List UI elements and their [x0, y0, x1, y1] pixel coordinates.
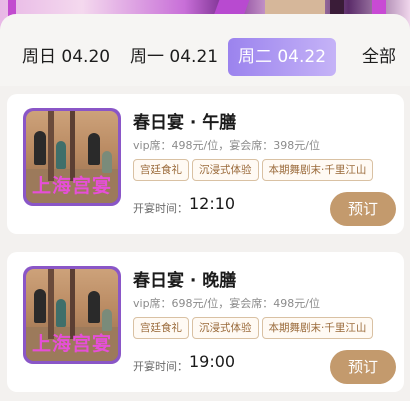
- start-time-label: 开宴时间：: [133, 360, 188, 373]
- event-price: vip席：498元/位，宴会席：398元/位: [133, 139, 320, 152]
- date-tabs-bar: 周日 04.20 周一 04.21 周二 04.22 全部: [0, 14, 410, 86]
- tab-all[interactable]: 全部: [362, 38, 396, 76]
- tag-dance-drama: 本期舞剧末·千里江山: [261, 317, 374, 339]
- event-card-lunch[interactable]: 上海宫宴 春日宴 · 午膳 vip席：498元/位，宴会席：398元/位 宫廷食…: [7, 94, 404, 234]
- tag-dance-drama: 本期舞剧末·千里江山: [261, 159, 374, 181]
- tab-tuesday-0422-active[interactable]: 周二 04.22: [228, 38, 336, 76]
- event-tags: 宫廷食礼 沉浸式体验 本期舞剧末·千里江山: [133, 316, 376, 339]
- start-time-value: 19:00: [189, 352, 236, 371]
- start-time-label: 开宴时间：: [133, 202, 188, 215]
- tab-sunday-0420[interactable]: 周日 04.20: [22, 38, 110, 76]
- event-card-dinner[interactable]: 上海宫宴 春日宴 · 晚膳 vip席：698元/位，宴会席：498元/位 宫廷食…: [7, 252, 404, 392]
- event-price: vip席：698元/位，宴会席：498元/位: [133, 297, 320, 310]
- book-button[interactable]: 预订: [330, 350, 396, 384]
- event-title: 春日宴 · 晚膳: [133, 271, 237, 291]
- tag-immersive: 沉浸式体验: [192, 317, 259, 339]
- start-time-value: 12:10: [189, 194, 236, 213]
- event-thumbnail: 上海宫宴: [23, 108, 121, 206]
- event-thumbnail: 上海宫宴: [23, 266, 121, 364]
- tag-court-etiquette: 宫廷食礼: [133, 159, 189, 181]
- book-button[interactable]: 预订: [330, 192, 396, 226]
- tag-court-etiquette: 宫廷食礼: [133, 317, 189, 339]
- event-title: 春日宴 · 午膳: [133, 113, 237, 133]
- tag-immersive: 沉浸式体验: [192, 159, 259, 181]
- thumbnail-logo-text: 上海宫宴: [31, 333, 112, 355]
- event-tags: 宫廷食礼 沉浸式体验 本期舞剧末·千里江山: [133, 158, 376, 181]
- tab-monday-0421[interactable]: 周一 04.21: [130, 38, 218, 76]
- thumbnail-logo-text: 上海宫宴: [31, 175, 112, 197]
